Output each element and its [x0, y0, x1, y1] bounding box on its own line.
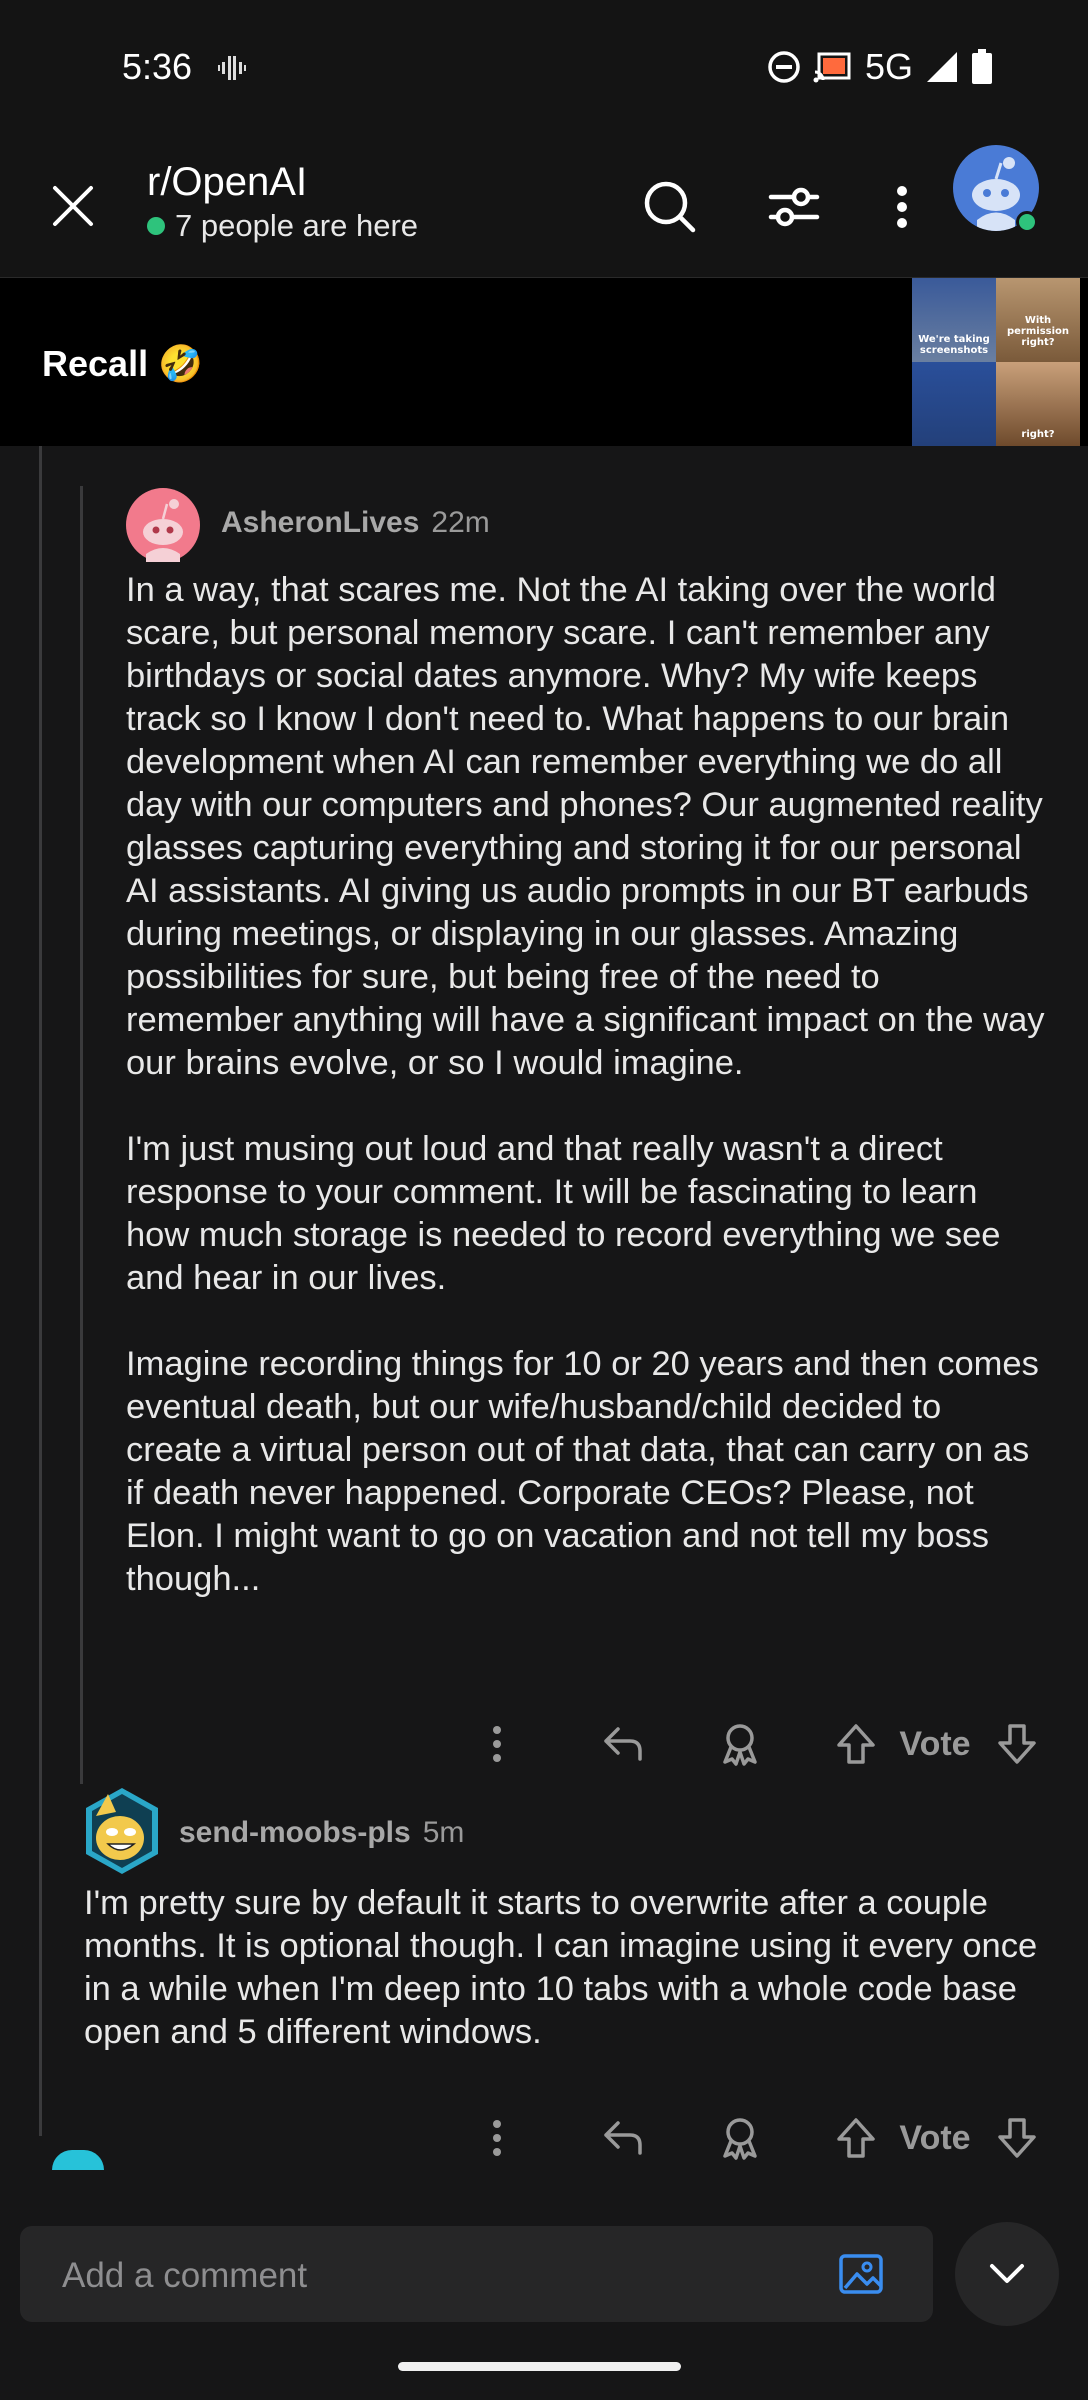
comment-more-button[interactable] [472, 2108, 522, 2168]
close-icon [53, 186, 93, 226]
award-icon [723, 2118, 757, 2160]
more-options-button[interactable] [870, 175, 934, 239]
upvote-button[interactable] [831, 2108, 881, 2168]
thread-line[interactable] [39, 446, 42, 2136]
post-title: Recall 🤣 [42, 343, 203, 384]
post-thumbnail[interactable]: We're taking screenshots With permission… [912, 278, 1080, 446]
comment-meta: send-moobs-pls 5m [179, 1816, 464, 1850]
reply-button[interactable] [598, 2108, 648, 2168]
image-upload-icon[interactable] [837, 2250, 885, 2298]
thumbnail-caption-1: We're taking screenshots [918, 334, 990, 356]
reply-icon [604, 2121, 642, 2155]
thumbnail-caption-4: right? [1021, 429, 1055, 440]
upvote-arrow-icon [837, 1724, 875, 1764]
comment-more-button[interactable] [472, 1714, 522, 1774]
home-indicator[interactable] [398, 2362, 681, 2371]
presence-text: 7 people are here [175, 208, 419, 243]
subreddit-header: r/OpenAI 7 people are here [0, 135, 1088, 278]
network-type: 5G [864, 46, 913, 87]
custom-avatar-icon[interactable] [82, 1786, 162, 1876]
thumbnail-panel-4: right? [996, 362, 1080, 446]
status-bar: 5:36 5G [0, 0, 1088, 135]
comment-age: 22m [431, 506, 490, 539]
chevron-down-icon [990, 2264, 1024, 2283]
comment-author[interactable]: AsheronLives [221, 506, 419, 540]
cast-icon [813, 52, 851, 83]
vote-count: Vote [893, 2108, 977, 2168]
vote-label: Vote [899, 1724, 971, 1763]
snoo-avatar-icon[interactable] [126, 488, 200, 562]
dnd-icon [768, 51, 800, 83]
comment-body: In a way, that scares me. Not the AI tak… [126, 569, 1046, 1601]
search-button[interactable] [638, 175, 702, 239]
close-button[interactable] [42, 175, 104, 237]
thread-line-nested[interactable] [80, 486, 83, 1784]
upvote-arrow-icon [837, 2118, 875, 2158]
comment-meta: AsheronLives 22m [221, 506, 490, 540]
comment-paragraph: In a way, that scares me. Not the AI tak… [126, 571, 1045, 1082]
vote-count: Vote [893, 1714, 977, 1774]
downvote-button[interactable] [992, 1714, 1042, 1774]
more-vertical-icon [897, 186, 907, 228]
downvote-arrow-icon [998, 1724, 1036, 1764]
upvote-button[interactable] [831, 1714, 881, 1774]
comment-thread: AsheronLives 22m In a way, that scares m… [0, 446, 1088, 2160]
filter-sliders-icon [768, 187, 820, 227]
downvote-arrow-icon [998, 2118, 1036, 2158]
reply-icon [604, 1727, 642, 1761]
award-icon [723, 1724, 757, 1766]
comment-paragraph: I'm pretty sure by default it starts to … [84, 1884, 1038, 2051]
collapse-button[interactable] [955, 2222, 1059, 2326]
reply-button[interactable] [598, 1714, 648, 1774]
post-banner[interactable]: Recall 🤣 We're taking screenshots With p… [0, 278, 1088, 446]
comment-paragraph: Imagine recording things for 10 or 20 ye… [126, 1345, 1039, 1598]
battery-icon [972, 49, 992, 84]
vote-label: Vote [899, 2118, 971, 2157]
downvote-button[interactable] [992, 2108, 1042, 2168]
comment-actions: Vote [0, 2108, 1088, 2168]
award-button[interactable] [715, 1714, 765, 1774]
comment-placeholder: Add a comment [62, 2256, 308, 2295]
thumbnail-panel-2: With permission right? [996, 278, 1080, 362]
vibrate-icon [218, 56, 246, 80]
thumbnail-panel-1: We're taking screenshots [912, 278, 996, 362]
award-button[interactable] [715, 2108, 765, 2168]
comment-body: I'm pretty sure by default it starts to … [84, 1882, 1044, 2054]
signal-icon [927, 52, 957, 82]
comment-author[interactable]: send-moobs-pls [179, 1816, 411, 1850]
more-vertical-icon [493, 2120, 501, 2156]
comment-age: 5m [422, 1816, 465, 1849]
comment-actions: Vote [0, 1714, 1088, 1774]
more-vertical-icon [493, 1726, 501, 1762]
sort-filter-button[interactable] [762, 175, 826, 239]
comment-paragraph: I'm just musing out loud and that really… [126, 1130, 1001, 1297]
subreddit-name[interactable]: r/OpenAI [147, 160, 307, 205]
search-icon [644, 181, 696, 233]
online-dot-icon [147, 217, 165, 235]
presence-indicator: 7 people are here [147, 208, 418, 244]
add-comment-input[interactable]: Add a comment [20, 2226, 933, 2322]
status-time: 5:36 [122, 46, 193, 87]
thumbnail-panel-3 [912, 362, 996, 446]
online-status-dot [1016, 211, 1038, 233]
thumbnail-caption-2: With permission right? [1006, 315, 1070, 348]
